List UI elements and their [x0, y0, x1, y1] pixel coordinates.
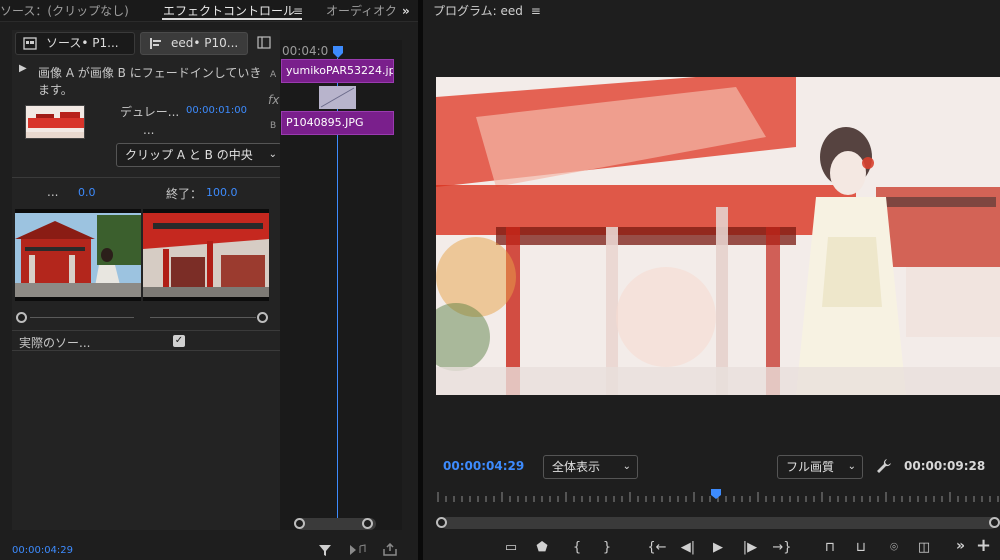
- bottom-timecode[interactable]: 00:00:04:29: [12, 545, 73, 556]
- track-a-label: A: [270, 70, 277, 80]
- end-value[interactable]: 100.0: [206, 186, 238, 199]
- playback-quality-value: フル画質: [786, 460, 835, 474]
- transition-preview-thumbnail: [25, 105, 85, 139]
- program-playhead-marker[interactable]: [710, 488, 722, 500]
- lift-icon[interactable]: ⊓: [820, 540, 840, 556]
- step-forward-icon[interactable]: |▶: [740, 540, 760, 556]
- mini-scroll-end-handle[interactable]: [362, 518, 373, 529]
- mark-out-icon[interactable]: }: [597, 540, 617, 556]
- divider: [12, 177, 280, 178]
- more-controls-icon[interactable]: »: [956, 538, 965, 554]
- marker-icon[interactable]: ⬟: [532, 540, 552, 556]
- mark-in-icon[interactable]: {: [567, 540, 587, 556]
- sequence-clip-pill[interactable]: eed• P10...: [140, 32, 248, 55]
- chevron-down-icon: ⌄: [622, 461, 631, 472]
- play-icon[interactable]: ▶: [708, 540, 728, 556]
- program-current-timecode[interactable]: 00:00:04:29: [443, 459, 524, 473]
- start-slider-track[interactable]: [30, 317, 134, 318]
- active-tab-underline: [162, 18, 302, 20]
- end-preview-image: [143, 209, 269, 301]
- chevron-down-icon: ⌄: [847, 461, 856, 472]
- playback-quality-dropdown[interactable]: フル画質 ⌄: [777, 455, 863, 479]
- program-title-label: プログラム: eed: [433, 4, 523, 18]
- program-scroll-end-handle[interactable]: [989, 517, 1000, 528]
- duration-ellipsis: ...: [143, 123, 155, 137]
- play-audio-icon[interactable]: [349, 544, 367, 556]
- duration-value[interactable]: 00:00:01:00: [186, 105, 247, 116]
- program-preview-video[interactable]: [436, 77, 1000, 395]
- divider: [12, 350, 280, 351]
- start-label: ...: [47, 185, 59, 199]
- compare-view-icon[interactable]: ◫: [914, 540, 934, 556]
- tab-audio[interactable]: オーディオク: [326, 0, 400, 22]
- zoom-level-value: 全体表示: [552, 460, 601, 474]
- show-actual-sources-label: 実際のソー...: [19, 336, 91, 350]
- source-clip-label: ソース• P1...: [46, 36, 119, 50]
- start-preview-image: [15, 209, 141, 301]
- source-clip-icon: [23, 37, 37, 50]
- transition-block[interactable]: [319, 86, 356, 109]
- panel-toggle-icon[interactable]: [257, 36, 271, 49]
- add-button-icon[interactable]: +: [976, 535, 991, 556]
- transition-description-line1: 画像 A が画像 B にフェードインしていき: [38, 66, 262, 80]
- program-menu-icon[interactable]: ≡: [531, 4, 541, 18]
- export-frame-icon[interactable]: ⌾: [884, 540, 904, 556]
- playhead-marker[interactable]: [331, 45, 345, 59]
- filter-icon[interactable]: [318, 543, 332, 557]
- settings-wrench-icon[interactable]: [876, 458, 892, 474]
- clip-a-name: yumikoPAR53224.jpg: [286, 64, 394, 77]
- source-clip-pill[interactable]: ソース• P1...: [15, 32, 135, 55]
- end-label: 終了：: [166, 187, 203, 201]
- safe-margins-icon[interactable]: ▭: [501, 540, 521, 556]
- program-monitor-title[interactable]: プログラム: eed ≡: [433, 0, 541, 22]
- tab-source[interactable]: ソース：(クリップなし): [0, 0, 129, 22]
- program-zoom-scrollbar[interactable]: [441, 517, 997, 529]
- sequence-duration-timecode: 00:00:09:28: [904, 459, 986, 473]
- step-back-icon[interactable]: ◀|: [678, 540, 698, 556]
- transition-description-line2: ます。: [38, 83, 73, 97]
- program-scroll-start-handle[interactable]: [436, 517, 447, 528]
- fx-icon: fx: [268, 93, 280, 107]
- track-b-label: B: [270, 121, 277, 131]
- mini-scroll-start-handle[interactable]: [294, 518, 305, 529]
- start-value[interactable]: 0.0: [78, 186, 96, 199]
- alignment-dropdown[interactable]: クリップ A と B の中央 ⌄: [116, 143, 282, 167]
- sequence-icon: [150, 38, 161, 49]
- clip-b-name: P1040895.JPG: [286, 116, 364, 129]
- go-to-out-icon[interactable]: →}: [772, 540, 792, 556]
- alignment-dropdown-value: クリップ A と B の中央: [125, 148, 253, 162]
- more-tabs-icon[interactable]: »: [402, 0, 410, 22]
- divider: [12, 330, 280, 331]
- duration-label: デュレー...: [120, 105, 180, 119]
- show-actual-sources-checkbox[interactable]: ✓: [173, 335, 185, 347]
- start-slider-handle[interactable]: [16, 312, 27, 323]
- clip-b[interactable]: P1040895.JPG: [281, 111, 394, 135]
- zoom-level-dropdown[interactable]: 全体表示 ⌄: [543, 455, 638, 479]
- clip-a[interactable]: yumikoPAR53224.jpg: [281, 59, 394, 83]
- sequence-clip-label: eed• P10...: [171, 36, 239, 50]
- mini-timeline-timecode: 00:04:0: [282, 44, 329, 58]
- export-icon[interactable]: [382, 543, 398, 557]
- go-to-in-icon[interactable]: {←: [647, 540, 667, 556]
- chevron-down-icon: ⌄: [268, 149, 277, 160]
- end-slider-track[interactable]: [150, 317, 256, 318]
- play-transition-icon[interactable]: ▶: [19, 63, 27, 74]
- end-slider-handle[interactable]: [257, 312, 268, 323]
- extract-icon[interactable]: ⊔: [851, 540, 871, 556]
